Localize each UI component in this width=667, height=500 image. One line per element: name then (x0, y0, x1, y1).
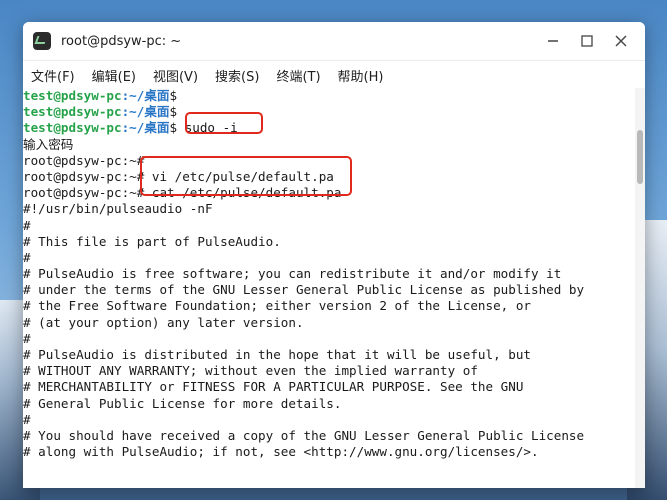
menu-file[interactable]: 文件(F) (31, 66, 75, 85)
pulse-commands-highlight (140, 156, 352, 196)
terminal-line: # (23, 217, 31, 233)
prompt-symbol: $ (169, 120, 185, 136)
scrollbar-thumb[interactable] (637, 130, 643, 184)
window-title: root@pdsyw-pc: ~ (61, 33, 182, 49)
prompt-symbol: $ (169, 104, 178, 120)
prompt-user: test@pdsyw-pc (23, 104, 122, 120)
menu-help[interactable]: 帮助(H) (338, 66, 384, 85)
menu-bar: 文件(F) 编辑(E) 视图(V) 搜索(S) 终端(T) 帮助(H) (23, 61, 645, 89)
terminal-line: # (23, 411, 31, 427)
terminal-app-icon (33, 32, 51, 50)
terminal-line: test@pdsyw-pc:~/桌面$ (23, 104, 635, 120)
terminal-line: # the Free Software Foundation; either v… (23, 298, 531, 314)
prompt-path: :~/桌面 (121, 104, 170, 120)
menu-search[interactable]: 搜索(S) (215, 66, 259, 85)
terminal-line: test@pdsyw-pc:~/桌面$ sudo -i (23, 120, 635, 136)
prompt-path: :~/桌面 (121, 120, 170, 136)
terminal-window: root@pdsyw-pc: ~ 文件(F) 编辑(E) 视图(V) 搜索(S)… (23, 22, 645, 488)
vertical-scrollbar[interactable] (635, 88, 645, 488)
minimize-button[interactable] (537, 26, 569, 56)
terminal-line: # General Public License for more detail… (23, 395, 342, 411)
prompt-symbol: $ (169, 88, 178, 103)
terminal-line: # (at your option) any later version. (23, 314, 304, 330)
maximize-icon (581, 35, 593, 47)
terminal-output[interactable]: test@pdsyw-pc:~/桌面$ test@pdsyw-pc:~/桌面$ … (23, 88, 635, 488)
title-bar[interactable]: root@pdsyw-pc: ~ (23, 22, 645, 61)
close-button[interactable] (605, 26, 637, 56)
sudo-command-highlight (185, 112, 263, 134)
maximize-button[interactable] (571, 26, 603, 56)
terminal-line: #!/usr/bin/pulseaudio -nF (23, 201, 213, 217)
prompt-user: test@pdsyw-pc (23, 120, 122, 136)
menu-view[interactable]: 视图(V) (153, 66, 198, 85)
close-icon (615, 35, 627, 47)
terminal-line: # You should have received a copy of the… (23, 427, 585, 443)
minimize-icon (548, 40, 558, 42)
terminal-line: # under the terms of the GNU Lesser Gene… (23, 282, 585, 298)
prompt-path: :~/桌面 (121, 88, 170, 103)
terminal-line: test@pdsyw-pc:~/桌面$ (23, 88, 635, 104)
terminal-line: # along with PulseAudio; if not, see <ht… (23, 444, 539, 460)
prompt-user: test@pdsyw-pc (23, 88, 122, 103)
terminal-line: # PulseAudio is free software; you can r… (23, 266, 562, 282)
terminal-line: # This file is part of PulseAudio. (23, 233, 281, 249)
terminal-line: # (23, 330, 31, 346)
terminal-line: # WITHOUT ANY WARRANTY; without even the… (23, 363, 478, 379)
terminal-line: # MERCHANTABILITY or FITNESS FOR A PARTI… (23, 379, 524, 395)
terminal-line: # (23, 249, 31, 265)
terminal-line: 输入密码 (23, 136, 74, 152)
menu-edit[interactable]: 编辑(E) (92, 66, 136, 85)
menu-terminal[interactable]: 终端(T) (276, 66, 320, 85)
terminal-line: # PulseAudio is distributed in the hope … (23, 347, 531, 362)
